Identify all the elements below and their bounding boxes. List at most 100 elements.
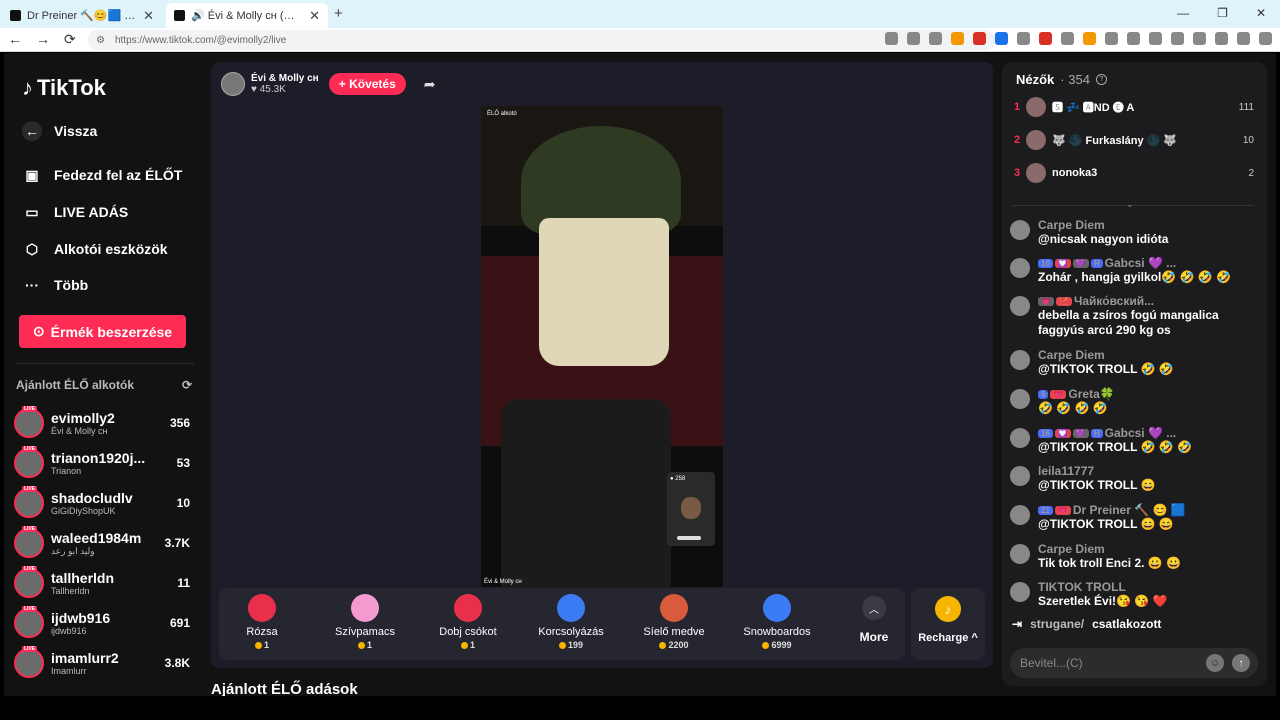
url-field[interactable]: ⚙ https://www.tiktok.com/@evimolly2/live [88,30,996,50]
gift-item[interactable]: Síelő medve 2200 [631,594,717,656]
brave-shield-icon[interactable] [951,32,964,45]
chat-avatar[interactable] [1010,296,1030,316]
minimize-icon[interactable]: — [1177,6,1189,20]
back-icon[interactable]: ← [8,31,22,48]
chat-username[interactable]: Carpe Diem [1038,218,1260,232]
chat-username[interactable]: Carpe Diem [1038,542,1260,556]
share-icon[interactable] [929,32,942,45]
close-window-icon[interactable]: ✕ [1256,6,1266,20]
hls-extension-icon[interactable] [1039,32,1052,45]
creator-item[interactable]: LIVE evimolly2 Évi & Molly ᴄʜ 356 [14,405,190,441]
extension-b-icon[interactable] [1017,32,1030,45]
tiktok-favicon-icon [174,10,185,21]
browser-tab-dr-preiner[interactable]: Dr Preiner 🔨😊🟦 (@preiner) ÉLŐ ✕ [2,3,162,28]
nav-explore-live[interactable]: ▣ Fedezd fel az ÉLŐT [22,165,182,185]
top-viewer-row[interactable]: 1 🆂 💤 🅰ND 🅔 A 111 [1014,94,1254,120]
gift-item[interactable]: Rózsa 1 [219,594,305,656]
chat-username[interactable]: 16 💟 💜 H Gabcsi 💜 ... [1038,426,1260,440]
chat-username[interactable]: Carpe Diem [1038,348,1260,362]
extension-f-icon[interactable] [1127,32,1140,45]
nav-label: LIVE ADÁS [54,204,129,220]
follow-button[interactable]: + Követés [328,73,406,95]
forward-icon[interactable]: → [36,31,50,48]
more-gifts-button[interactable]: ︿ More [847,596,901,644]
vpn-icon[interactable] [1237,32,1250,45]
chat-avatar[interactable] [1010,505,1030,525]
top-viewer-row[interactable]: 3 nonoka3 2 [1014,160,1254,186]
close-tab-icon[interactable]: ✕ [143,8,154,24]
nav-creator-tools[interactable]: ⬡ Alkotói eszközök [22,239,168,259]
chat-avatar[interactable] [1010,389,1030,409]
chat-avatar[interactable] [1010,466,1030,486]
viewers-title[interactable]: Nézők [1016,72,1054,87]
chat-avatar[interactable] [1010,428,1030,448]
recharge-button[interactable]: ♪ Recharge ^ [911,588,985,660]
chat-text: Zohár , hangja gyilkol🤣 🤣 🤣 🤣 [1038,270,1232,284]
chat-username[interactable]: 💗 🏹 Чайко́вский... [1038,294,1260,308]
creator-item[interactable]: LIVE trianon1920j... Trianon 53 [14,445,190,481]
wallet-icon[interactable] [1193,32,1206,45]
leo-ai-icon[interactable] [1215,32,1228,45]
new-tab-button[interactable]: + [334,5,343,22]
guest-pip[interactable]: ● 258 [667,472,715,546]
translate-icon[interactable] [885,32,898,45]
refresh-icon[interactable]: ⟳ [182,378,192,392]
creator-item[interactable]: LIVE waleed1984m وليد ابو رعد 3.7K [14,525,190,561]
gift-item[interactable]: Korcsolyázás 199 [528,594,614,656]
chat-avatar[interactable] [1010,350,1030,370]
gift-item[interactable]: Dobj csókot 1 [425,594,511,656]
maximize-icon[interactable]: ❐ [1217,6,1228,20]
gift-price-value: 1 [263,640,269,650]
extension-d-icon[interactable] [1083,32,1096,45]
help-icon[interactable]: ? [1095,74,1107,85]
site-info-icon[interactable]: ⚙ [96,35,105,46]
creator-item[interactable]: LIVE shadocludlv GiGiDiyShopUK 10 [14,485,190,521]
chat-avatar[interactable] [1010,258,1030,278]
music-icon[interactable] [1149,32,1162,45]
creator-name: waleed1984m [51,529,142,546]
extension-e-icon[interactable] [1105,32,1118,45]
zoom-icon[interactable] [907,32,920,45]
nav-more[interactable]: ··· Több [22,275,88,295]
reload-icon[interactable]: ⟳ [64,31,76,48]
share-icon[interactable]: ➦ [424,76,436,93]
chat-username[interactable]: 9 💗 Greta🍀 [1038,387,1260,401]
user-badge: 16 [1038,429,1053,439]
gift-item[interactable]: Snowboardos 6999 [734,594,820,656]
live-video[interactable]: ÉLŐ alkotó Évi & Molly ᴄʜ ● 258 [481,106,723,587]
gift-price-value: 2200 [668,640,689,650]
chat-avatar[interactable] [1010,544,1030,564]
menu-icon[interactable] [1259,32,1272,45]
tiktok-logo[interactable]: ♪ TikTok [22,75,106,101]
nav-live-broadcast[interactable]: ▭ LIVE ADÁS [22,202,128,222]
viewer-score: 10 [1242,134,1254,146]
chat-username[interactable]: 21 💗 Dr Preiner 🔨 😊 🟦 [1038,503,1260,517]
creator-item[interactable]: LIVE ijdwb916 ijdwb916 691 [14,605,190,641]
chat-username[interactable]: leila11777 [1038,464,1260,478]
chat-avatar[interactable] [1010,220,1030,240]
chat-message: Carpe Diem Tik tok troll Enci 2. 😀 😀 [1010,542,1260,571]
creator-item[interactable]: LIVE tallherldn Tallherldn 11 [14,565,190,601]
host-avatar[interactable] [221,72,245,96]
chat-text: Szeretlek Évi!😘 😘 ❤️ [1038,594,1168,608]
send-icon[interactable]: ↑ [1232,654,1250,672]
host-name[interactable]: Évi & Molly ᴄʜ [251,73,319,84]
browser-tab-evimolly[interactable]: 🔊 Évi & Molly ᴄʜ (@evimolly2) É ✕ [166,3,328,28]
extension-c-icon[interactable] [1061,32,1074,45]
get-coins-button[interactable]: ⊙ Érmék beszerzése [19,315,186,348]
back-button[interactable]: ← Vissza [22,121,97,141]
emoji-icon[interactable]: ☺ [1206,654,1224,672]
gift-item[interactable]: Szívpamacs 1 [322,594,408,656]
creator-item[interactable]: LIVE imamlurr2 Imamlurr 3.8K [14,645,190,681]
extension-a-icon[interactable] [995,32,1008,45]
chat-username[interactable]: 16 💟 💜 H Gabcsi 💜 ... [1038,256,1260,270]
chevron-down-icon[interactable]: ⌄ [1126,199,1134,210]
rewards-icon[interactable] [973,32,986,45]
close-tab-icon[interactable]: ✕ [309,8,320,24]
join-user[interactable]: strugane/ [1030,617,1084,631]
chat-input[interactable]: Bevitel...(C) ☺ ↑ [1010,648,1258,678]
sidebar-icon[interactable] [1171,32,1184,45]
chat-avatar[interactable] [1010,582,1030,602]
chat-username[interactable]: TIKTOK TROLL [1038,580,1260,594]
top-viewer-row[interactable]: 2 🐺 🌑 Furkaslány 🌑 🐺 10 [1014,127,1254,153]
